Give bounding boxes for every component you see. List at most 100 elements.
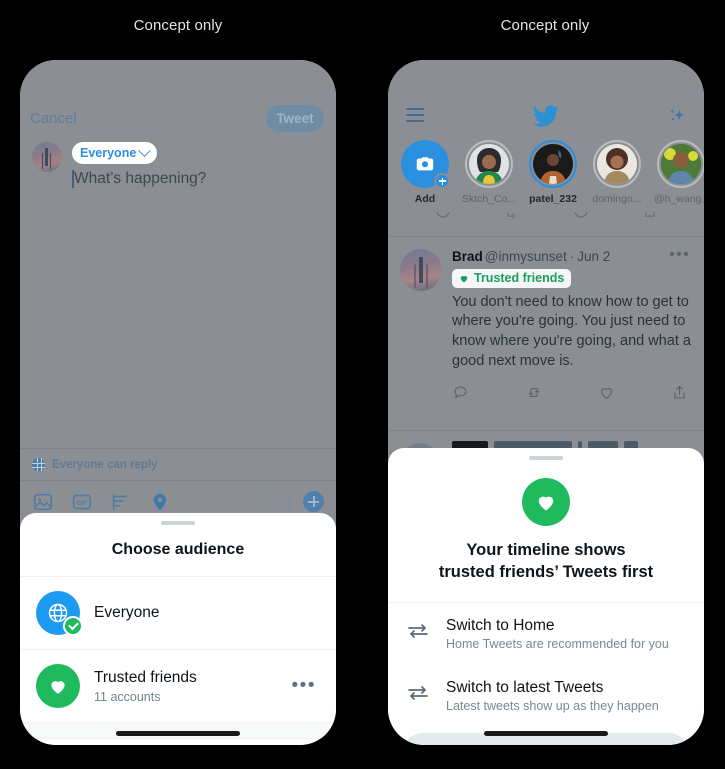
twitter-bird-icon: [533, 104, 559, 133]
avatar[interactable]: [400, 249, 442, 291]
more-options-icon[interactable]: •••: [292, 681, 320, 691]
fleet-item[interactable]: patel_232: [526, 140, 580, 210]
add-tweet-icon[interactable]: [303, 491, 324, 512]
switch-to-home-item[interactable]: Switch to Home Home Tweets are recommend…: [388, 603, 704, 665]
screenshot-stage: Concept only Concept only Cancel Tweet E…: [0, 0, 725, 769]
tweet-text: You don't need to know how to get to whe…: [452, 293, 692, 372]
fleet-add[interactable]: Add: [398, 140, 452, 210]
fleet-item[interactable]: @h_wang...: [654, 140, 704, 210]
sheet-title: Choose audience: [20, 525, 336, 577]
audience-icon-wrap: [36, 664, 80, 708]
fleet-label: domingo...: [590, 193, 644, 205]
heart-icon: [458, 273, 470, 284]
sheet-title-line1: Your timeline shows: [404, 540, 688, 562]
switch-to-latest-sub: Latest tweets show up as they happen: [446, 699, 659, 713]
plus-badge-icon: [434, 173, 450, 189]
compose-top-bar: Cancel Tweet: [20, 105, 336, 141]
char-progress-icon: [259, 493, 276, 510]
switch-to-latest-item[interactable]: Switch to latest Tweets Latest tweets sh…: [388, 665, 704, 727]
timeline-switch-sheet: Your timeline shows trusted friends’ Twe…: [388, 448, 704, 745]
home-indicator: [484, 731, 608, 736]
tweet-button[interactable]: Tweet: [266, 105, 324, 132]
sheet-title-line2: trusted friends’ Tweets first: [404, 562, 688, 584]
concept-label-right: Concept only: [445, 17, 645, 34]
audience-option-everyone[interactable]: Everyone: [20, 577, 336, 650]
sheet-hero: Your timeline shows trusted friends’ Twe…: [388, 460, 704, 603]
fleet-label: @h_wang...: [654, 193, 704, 205]
share-icon[interactable]: [615, 210, 684, 232]
audience-icon-wrap: [36, 591, 80, 635]
svg-text:GIF: GIF: [77, 499, 88, 506]
switch-to-home-sub: Home Tweets are recommended for you: [446, 637, 669, 651]
audience-option-text: Trusted friends 11 accounts: [94, 669, 292, 704]
reply-scope-row[interactable]: Everyone can reply: [20, 448, 336, 480]
phone-right-timeline: Add Sktch_Co...: [388, 60, 704, 745]
location-icon[interactable]: [149, 491, 171, 513]
fleet-item[interactable]: Sktch_Co...: [462, 140, 516, 210]
camera-icon: [401, 140, 449, 188]
fleets-row[interactable]: Add Sktch_Co...: [388, 140, 704, 210]
share-icon[interactable]: [671, 384, 688, 401]
phone-left-compose: Cancel Tweet Everyone What’s happening? …: [20, 60, 336, 745]
audience-option-name: Trusted friends: [94, 669, 292, 687]
tweet-author-name[interactable]: Brad: [452, 249, 483, 264]
audience-option-name: Everyone: [94, 604, 320, 622]
fleet-avatar: [529, 140, 577, 188]
reply-scope-label: Everyone can reply: [52, 459, 157, 471]
image-icon[interactable]: [32, 491, 54, 513]
concept-label-left: Concept only: [78, 17, 278, 34]
choose-audience-sheet: Choose audience Everyone: [20, 513, 336, 745]
fleet-avatar: [465, 140, 513, 188]
toolbar-divider: [289, 491, 290, 513]
fleet-avatar: [593, 140, 641, 188]
timeline-header: [388, 102, 704, 136]
tweet-date[interactable]: Jun 2: [577, 249, 610, 264]
heart-icon: [36, 664, 80, 708]
avatar[interactable]: [32, 142, 62, 172]
fleet-item[interactable]: domingo...: [590, 140, 644, 210]
blocked-accounts-note: 89 blocked accounts can’t view your Twee…: [20, 739, 336, 745]
like-icon[interactable]: [546, 210, 615, 232]
audience-option-sub: 11 accounts: [94, 690, 292, 704]
previous-tweet-actions-cut: [388, 210, 704, 232]
tweet-actions: [452, 384, 692, 401]
fleet-label: Sktch_Co...: [462, 193, 516, 205]
fleet-avatar: [657, 140, 704, 188]
cancel-button[interactable]: Cancel: [30, 110, 77, 127]
retweet-icon[interactable]: [477, 210, 546, 232]
swap-icon: [406, 621, 432, 646]
home-indicator: [116, 731, 240, 736]
globe-icon: [32, 458, 45, 471]
sparkle-icon[interactable]: [666, 106, 688, 133]
heart-icon: [522, 478, 570, 526]
compose-area: Cancel Tweet Everyone What’s happening?: [20, 60, 336, 448]
fleet-label: patel_232: [526, 193, 580, 205]
switch-to-latest-text: Switch to latest Tweets Latest tweets sh…: [446, 679, 659, 713]
tweet-separator: ·: [570, 249, 575, 264]
like-icon[interactable]: [598, 384, 671, 401]
tweet-header: Brad @inmysunset · Jun 2 •••: [452, 249, 692, 264]
switch-to-home-title: Switch to Home: [446, 617, 669, 635]
tweet-author-handle[interactable]: @inmysunset: [485, 249, 567, 264]
sheet-title: Your timeline shows trusted friends’ Twe…: [388, 540, 704, 602]
trusted-friends-badge: Trusted friends: [452, 269, 571, 288]
selected-check-icon: [63, 616, 83, 636]
audience-pill-label: Everyone: [80, 146, 136, 160]
retweet-icon[interactable]: [525, 384, 598, 401]
chevron-down-icon: [138, 144, 151, 157]
tweet-card[interactable]: Brad @inmysunset · Jun 2 ••• Trusted fri…: [388, 236, 704, 409]
tweet-body: Brad @inmysunset · Jun 2 ••• Trusted fri…: [452, 249, 692, 401]
reply-icon[interactable]: [408, 210, 477, 232]
audience-pill-button[interactable]: Everyone: [72, 142, 157, 164]
swap-icon: [406, 683, 432, 708]
gif-icon[interactable]: GIF: [71, 491, 93, 513]
hamburger-icon[interactable]: [406, 108, 424, 122]
audience-option-trusted-friends[interactable]: Trusted friends 11 accounts •••: [20, 650, 336, 723]
trusted-friends-badge-label: Trusted friends: [474, 271, 564, 285]
compose-placeholder[interactable]: What’s happening?: [74, 170, 206, 188]
tweet-more-icon[interactable]: •••: [669, 246, 690, 264]
audience-option-text: Everyone: [94, 604, 320, 622]
reply-icon[interactable]: [452, 384, 525, 401]
switch-to-home-text: Switch to Home Home Tweets are recommend…: [446, 617, 669, 651]
poll-icon[interactable]: [110, 491, 132, 513]
